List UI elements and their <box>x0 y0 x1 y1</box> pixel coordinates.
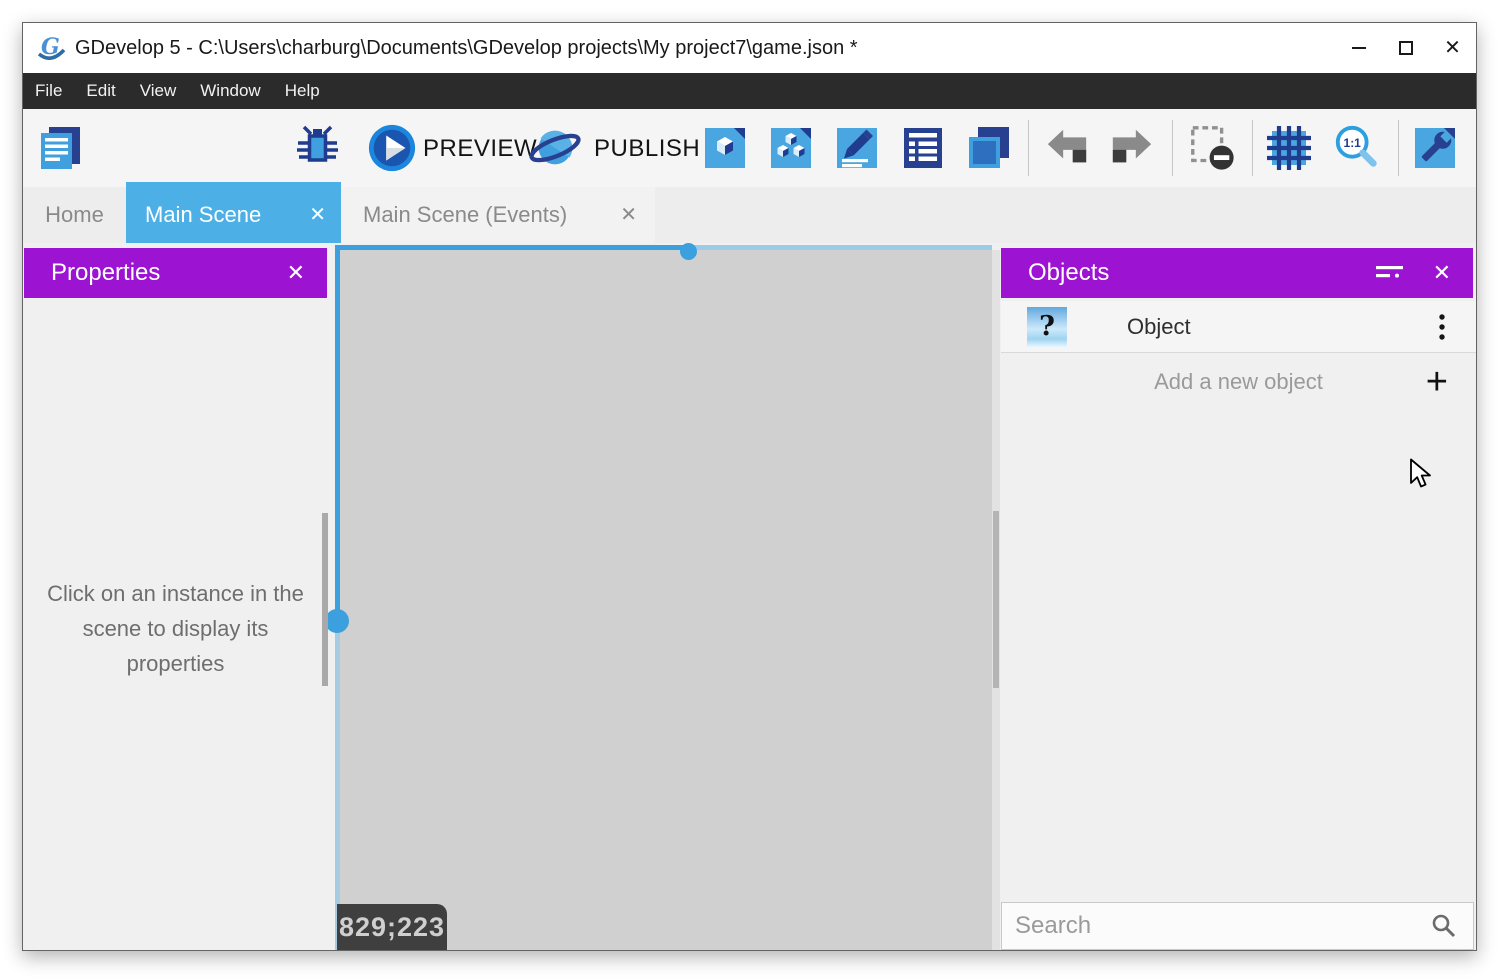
search-icon[interactable] <box>1431 913 1457 939</box>
tab-close-icon[interactable]: ✕ <box>620 205 637 225</box>
maximize-icon <box>1399 41 1413 55</box>
minimize-icon <box>1352 47 1366 49</box>
undo-icon[interactable] <box>1044 124 1090 170</box>
window-title: GDevelop 5 - C:\Users\charburg\Documents… <box>75 37 858 60</box>
close-button[interactable]: ✕ <box>1429 23 1476 73</box>
tab-label: Main Scene <box>145 202 261 228</box>
objects-panel: Objects ✕ ? Object Add a new object <box>1001 243 1476 950</box>
menu-item-view[interactable]: View <box>128 73 189 109</box>
toggle-mask-icon[interactable] <box>1187 123 1237 173</box>
window-controls: ✕ <box>1335 23 1476 73</box>
add-object-button[interactable]: Add a new object + <box>1001 353 1476 411</box>
preview-button[interactable]: PREVIEW <box>423 135 537 163</box>
title-bar: G GDevelop 5 - C:\Users\charburg\Documen… <box>23 23 1476 73</box>
edit-events-icon[interactable] <box>833 124 881 172</box>
cursor-coordinates-badge: 829;223 <box>337 904 447 950</box>
menu-item-file[interactable]: File <box>23 73 74 109</box>
scene-settings-wrench-icon[interactable] <box>1411 124 1459 172</box>
scene-resize-handle-top[interactable] <box>680 243 697 260</box>
svg-text:1:1: 1:1 <box>1344 136 1362 150</box>
scene-border-left <box>335 245 340 626</box>
toolbar-separator <box>1398 120 1399 176</box>
edit-objects-icon[interactable] <box>767 124 815 172</box>
menu-item-help[interactable]: Help <box>273 73 332 109</box>
svg-text:G: G <box>41 34 60 60</box>
canvas-scrollbar-left[interactable] <box>322 513 328 686</box>
objects-close-icon[interactable]: ✕ <box>1433 260 1451 286</box>
tab-home[interactable]: Home <box>23 187 126 243</box>
scene-properties-icon[interactable] <box>899 124 947 172</box>
edit-scene-icon[interactable] <box>701 124 749 172</box>
tab-main-scene-events[interactable]: Main Scene (Events) ✕ <box>341 187 655 243</box>
close-icon: ✕ <box>1444 38 1461 58</box>
properties-panel: Properties ✕ Click on an instance in the… <box>23 243 328 950</box>
properties-empty-message: Click on an instance in the scene to dis… <box>45 576 306 681</box>
menu-item-edit[interactable]: Edit <box>74 73 127 109</box>
menu-item-window[interactable]: Window <box>188 73 272 109</box>
tab-bar: Home Main Scene ✕ Main Scene (Events) ✕ <box>23 187 1476 243</box>
publish-button[interactable]: PUBLISH <box>594 135 700 163</box>
toolbar-separator <box>1172 120 1173 176</box>
objects-panel-title: Objects <box>1028 259 1109 287</box>
project-manager-icon[interactable] <box>36 124 84 172</box>
filter-icon[interactable] <box>1376 264 1403 282</box>
redo-icon[interactable] <box>1109 124 1155 170</box>
properties-panel-title: Properties <box>51 259 160 287</box>
object-name: Object <box>1127 314 1191 340</box>
scene-window-area[interactable] <box>340 250 992 950</box>
object-search-bar <box>1001 902 1474 950</box>
toolbar-separator <box>1252 120 1253 176</box>
publish-globe-icon[interactable] <box>528 121 582 175</box>
menu-bar: File Edit View Window Help <box>23 73 1476 109</box>
tab-close-icon[interactable]: ✕ <box>309 205 326 225</box>
search-input[interactable] <box>1002 912 1431 940</box>
object-list-item[interactable]: ? Object <box>1001 301 1476 353</box>
scene-border-left-light <box>335 626 340 950</box>
more-options-icon[interactable] <box>1438 313 1446 341</box>
unknown-object-icon: ? <box>1027 307 1067 347</box>
gdevelop-window: G GDevelop 5 - C:\Users\charburg\Documen… <box>22 22 1477 951</box>
debugger-icon[interactable] <box>293 124 341 172</box>
tab-main-scene[interactable]: Main Scene ✕ <box>126 187 341 243</box>
canvas-scrollbar-thumb[interactable] <box>993 511 999 688</box>
scene-canvas[interactable]: 829;223 <box>328 243 1001 950</box>
mouse-cursor <box>1409 458 1436 489</box>
maximize-button[interactable] <box>1382 23 1429 73</box>
main-content: Properties ✕ Click on an instance in the… <box>23 243 1476 950</box>
add-object-label: Add a new object <box>1154 369 1323 395</box>
scene-resize-handle-left[interactable] <box>325 609 349 633</box>
plus-icon: + <box>1426 363 1448 401</box>
scene-border-top-light <box>688 245 992 250</box>
minimize-button[interactable] <box>1335 23 1382 73</box>
layers-icon[interactable] <box>965 124 1013 172</box>
scene-border-top <box>335 245 688 250</box>
zoom-original-icon[interactable]: 1:1 <box>1332 123 1382 173</box>
tab-label: Home <box>45 202 104 228</box>
properties-close-icon[interactable]: ✕ <box>287 260 305 286</box>
toolbar: PREVIEW PUBLISH <box>23 109 1476 187</box>
preview-play-icon[interactable] <box>367 123 417 173</box>
toggle-grid-icon[interactable] <box>1265 124 1313 172</box>
gdevelop-logo-icon: G <box>36 33 66 63</box>
properties-panel-header: Properties ✕ <box>24 248 327 298</box>
tab-label: Main Scene (Events) <box>363 202 567 228</box>
toolbar-separator <box>1028 120 1029 176</box>
objects-panel-header: Objects ✕ <box>1001 248 1473 298</box>
